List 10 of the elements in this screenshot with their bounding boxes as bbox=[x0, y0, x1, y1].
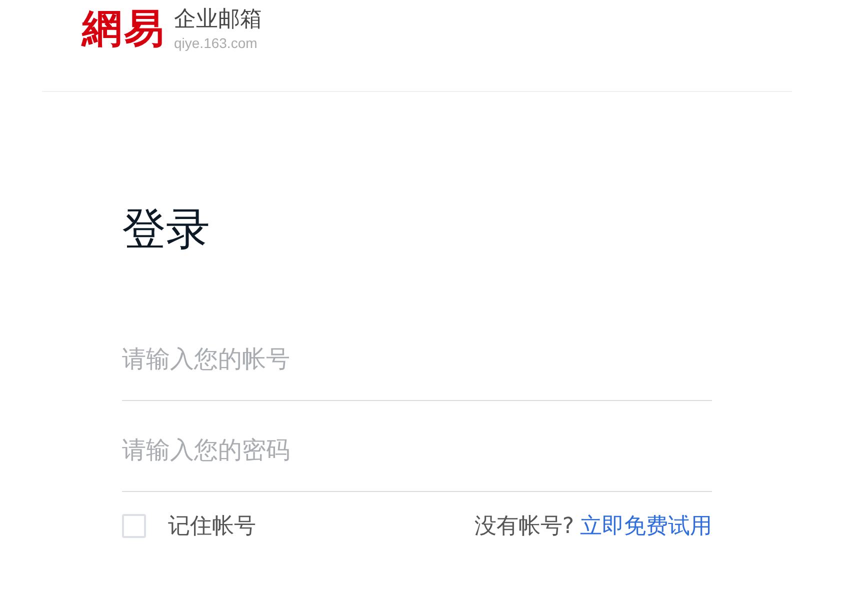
input-field[interactable]: 请输入您的密码 bbox=[122, 401, 712, 492]
signup-prompt: 没有帐号? bbox=[474, 512, 574, 540]
login-title: 登录 bbox=[122, 203, 211, 257]
domain-text: qiye.163.com bbox=[174, 34, 258, 52]
input-field[interactable]: 请输入您的帐号 bbox=[122, 310, 712, 401]
free-trial-link[interactable]: 立即免费试用 bbox=[580, 510, 712, 542]
remember-label: 记住帐号 bbox=[168, 512, 256, 540]
product-name: 企业邮箱 bbox=[174, 6, 262, 34]
remember-checkbox[interactable] bbox=[122, 514, 146, 538]
logo-mark: 網易 bbox=[82, 4, 166, 54]
